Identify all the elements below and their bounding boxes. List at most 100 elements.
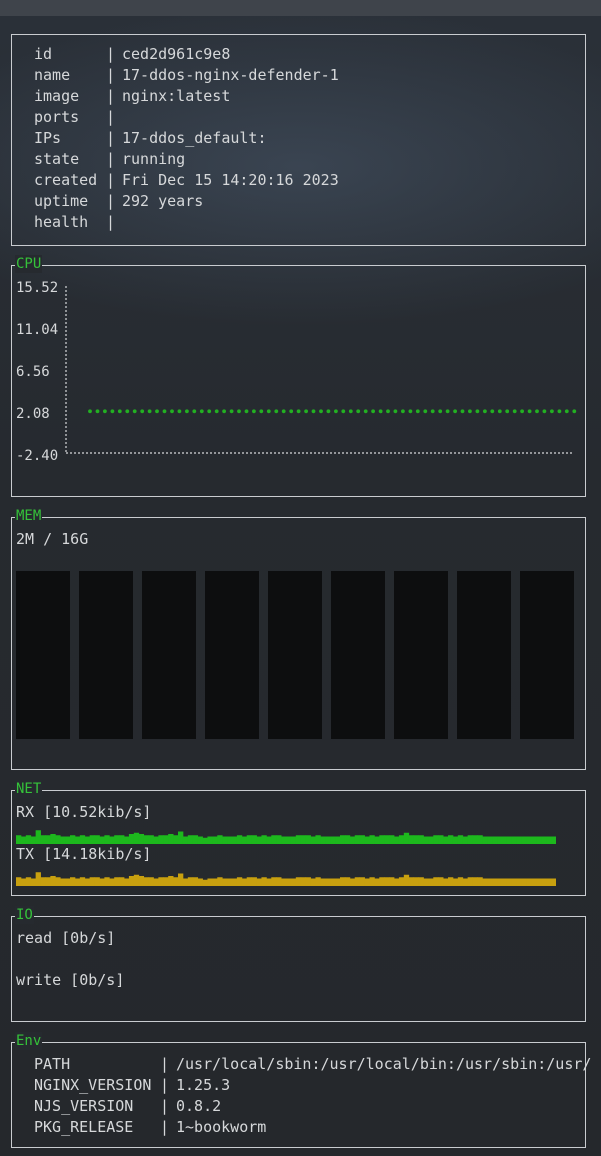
net-tx-bar	[202, 879, 208, 886]
cpu-data-point	[408, 409, 413, 414]
info-value: nginx:latest	[122, 87, 231, 105]
info-value: running	[122, 150, 186, 168]
net-tx-bar	[222, 878, 228, 886]
cpu-data-point	[415, 409, 420, 414]
net-tx-bar	[50, 876, 56, 886]
net-tx-bar	[133, 874, 140, 886]
net-rx-bar	[114, 835, 120, 844]
net-rx-bar	[536, 836, 542, 844]
net-tx-bar	[398, 877, 405, 886]
net-tx-bar	[182, 878, 189, 886]
info-row-ports: ports |	[34, 107, 122, 128]
net-rx-bar	[521, 836, 527, 844]
cpu-data-point	[289, 409, 294, 414]
net-rx-bar	[428, 836, 434, 844]
net-rx-bar	[443, 836, 449, 844]
net-rx-bar	[133, 832, 140, 844]
cpu-data-point	[222, 409, 227, 414]
mem-bar	[457, 571, 511, 739]
mem-bar	[394, 571, 448, 739]
cpu-y-tick: 6.56	[16, 364, 50, 380]
info-separator: |	[106, 66, 116, 84]
net-tx-bar	[418, 877, 424, 886]
net-tx-bar	[448, 877, 454, 886]
net-tx-bar	[546, 878, 552, 886]
net-tx-bar	[217, 877, 223, 886]
cpu-data-point	[535, 409, 539, 414]
net-tx-bar	[212, 878, 218, 886]
cpu-data-point	[356, 409, 361, 414]
cpu-data-point	[378, 409, 383, 414]
net-rx-bar	[364, 836, 370, 844]
cpu-panel-title: CPU	[15, 255, 43, 273]
net-rx-bar	[340, 835, 346, 844]
net-rx-bar	[276, 835, 282, 844]
net-tx-bar	[482, 878, 488, 886]
net-tx-bar	[541, 878, 547, 886]
net-tx-bar	[438, 877, 444, 886]
env-row-nginx-version: NGINX_VERSION | 1.25.3	[34, 1075, 230, 1096]
cpu-data-point	[214, 409, 219, 414]
env-separator: |	[160, 1076, 170, 1094]
cpu-data-point	[423, 409, 428, 414]
cpu-data-point	[497, 409, 502, 414]
net-rx-bar	[502, 836, 508, 844]
net-tx-bar	[281, 878, 287, 886]
net-rx-bar	[192, 835, 199, 844]
net-rx-bar	[173, 835, 179, 844]
net-rx-bar	[89, 835, 95, 844]
net-rx-bar	[472, 835, 478, 844]
net-rx-bar	[290, 836, 297, 844]
cpu-data-point	[237, 409, 241, 414]
net-rx-label: RX [10.52kib/s]	[16, 803, 152, 821]
info-key: uptime	[34, 192, 89, 210]
info-row-health: health |	[34, 212, 122, 233]
net-tx-bar	[163, 877, 169, 886]
cpu-data-point	[483, 409, 487, 414]
net-rx-bar	[138, 834, 145, 844]
net-tx-bar	[364, 878, 370, 886]
mem-bar	[331, 571, 385, 739]
net-rx-bar	[531, 836, 537, 844]
net-rx-bar	[202, 837, 208, 844]
cpu-data-point	[393, 409, 398, 414]
net-tx-bar	[16, 877, 22, 886]
net-tx-bar	[261, 877, 267, 886]
cpu-data-point	[564, 409, 569, 414]
net-tx-bar	[79, 877, 86, 886]
cpu-y-tick: -2.40	[16, 448, 59, 464]
net-tx-bar	[251, 877, 257, 886]
net-rx-bar	[320, 836, 326, 844]
net-rx-bar	[477, 835, 483, 844]
mem-bar	[79, 571, 133, 739]
net-tx-bar	[187, 877, 194, 886]
info-row-state: state | running	[34, 149, 185, 170]
net-rx-bar	[349, 836, 356, 844]
net-rx-bar	[526, 836, 532, 844]
net-rx-bar	[369, 835, 375, 844]
cpu-data-point	[341, 409, 346, 414]
net-tx-bar	[45, 877, 51, 886]
net-rx-bar	[433, 835, 439, 844]
net-rx-bar	[541, 836, 547, 844]
io-panel: IO read [0b/s] write [0b/s]	[11, 906, 586, 1022]
net-tx-bar	[389, 877, 395, 886]
cpu-data-point	[453, 409, 457, 414]
env-row-pkg-release: PKG_RELEASE | 1~bookworm	[34, 1117, 266, 1138]
net-tx-bar	[374, 878, 380, 886]
info-key: state	[34, 150, 80, 168]
net-rx-bar	[354, 835, 361, 844]
net-tx-bar	[173, 877, 179, 886]
cpu-data-point	[319, 409, 323, 414]
cpu-data-point	[117, 409, 122, 414]
net-tx-bar	[119, 877, 125, 886]
net-rx-bar	[104, 835, 110, 844]
net-tx-bar	[335, 878, 341, 886]
net-tx-bar	[330, 878, 336, 886]
info-value: ced2d961c9e8	[122, 45, 231, 63]
net-tx-bar	[104, 877, 110, 886]
cpu-data-point	[348, 409, 353, 414]
cpu-data-point	[550, 409, 554, 414]
net-tx-bar	[55, 877, 61, 886]
cpu-data-point	[334, 409, 338, 414]
